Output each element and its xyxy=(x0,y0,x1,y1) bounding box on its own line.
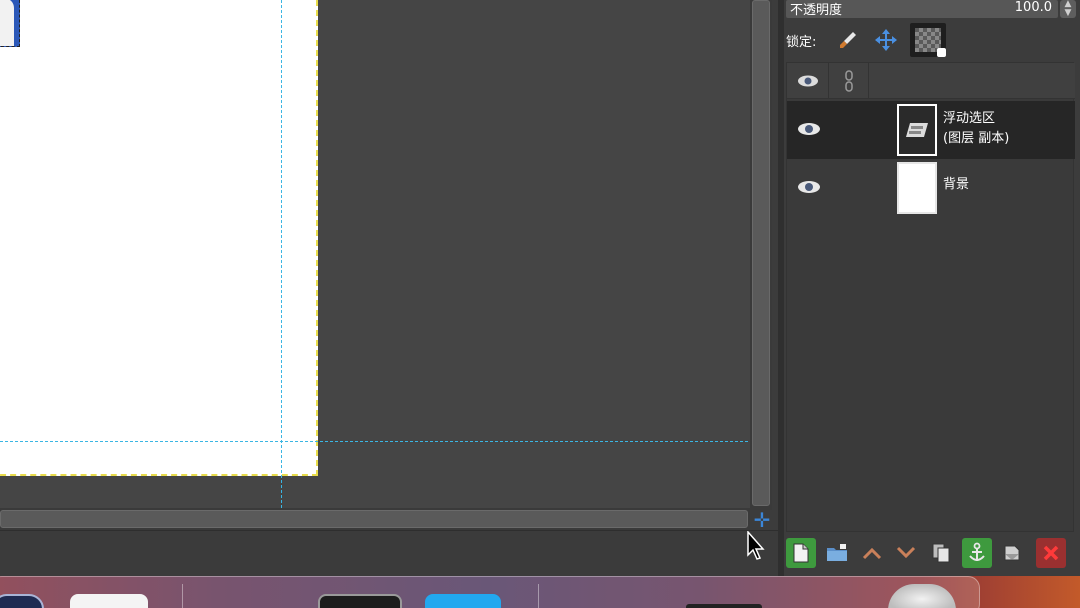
navigate-icon[interactable]: ✛ xyxy=(751,508,773,532)
dock-app-icon[interactable] xyxy=(425,594,501,608)
gimp-window: ✛ 不透明度 100.0 ▲ ▼ 锁定: 浮动选区 (图层 副本) 背景 xyxy=(0,0,1080,608)
terminal-icon[interactable] xyxy=(318,594,402,608)
vertical-guide[interactable] xyxy=(281,0,282,508)
photo-subject xyxy=(0,0,14,46)
layer-name[interactable]: 浮动选区 (图层 副本) xyxy=(943,109,1009,149)
layer-name[interactable]: 背景 xyxy=(943,175,969,195)
dock-app-icon[interactable] xyxy=(70,594,148,608)
layer-row[interactable]: 浮动选区 (图层 副本) xyxy=(787,101,1075,159)
status-bar xyxy=(0,530,778,576)
vertical-scrollbar[interactable] xyxy=(750,0,772,510)
layer-name-line: (图层 副本) xyxy=(943,131,1010,146)
horizontal-scrollbar[interactable] xyxy=(0,508,750,530)
opacity-value: 100.0 xyxy=(1014,0,1052,15)
lock-row: 锁定: xyxy=(784,22,1080,58)
opacity-label: 不透明度 xyxy=(790,3,843,18)
dock-app-icon[interactable] xyxy=(686,604,762,608)
alpha-checker xyxy=(915,28,946,57)
dock-app-icon[interactable] xyxy=(0,594,44,608)
eye-icon[interactable] xyxy=(787,63,829,99)
layer-thumbnail[interactable] xyxy=(897,162,937,214)
layer-toolbar xyxy=(784,534,1080,572)
lock-label: 锁定: xyxy=(786,35,817,50)
layer-list-header xyxy=(787,63,1075,99)
horizontal-scroll-thumb[interactable] xyxy=(0,510,748,528)
move-arrows-icon[interactable] xyxy=(872,26,900,54)
macos-dock xyxy=(0,576,1080,608)
opacity-row: 不透明度 100.0 ▲ ▼ xyxy=(784,0,1080,20)
merge-layer-icon[interactable] xyxy=(997,538,1027,568)
new-layer-icon[interactable] xyxy=(786,538,816,568)
raise-layer-icon[interactable] xyxy=(857,538,887,568)
paintbrush-icon[interactable] xyxy=(834,26,862,54)
chain-icon[interactable] xyxy=(829,63,869,99)
horizontal-guide[interactable] xyxy=(0,441,748,442)
lower-layer-icon[interactable] xyxy=(891,538,921,568)
mouse-cursor-icon xyxy=(746,530,766,561)
checker-lock-icon[interactable] xyxy=(910,23,946,57)
layer-name-line: 浮动选区 xyxy=(943,111,996,126)
opacity-spinner-icon[interactable]: ▲ ▼ xyxy=(1060,0,1076,18)
pasted-photo[interactable] xyxy=(0,0,20,47)
lock-badge-icon xyxy=(937,48,946,57)
floating-selection-icon[interactable] xyxy=(897,104,937,156)
new-layer-group-icon[interactable] xyxy=(822,538,852,568)
delete-layer-icon[interactable] xyxy=(1036,538,1066,568)
duplicate-layer-icon[interactable] xyxy=(926,538,956,568)
dock-separator xyxy=(182,584,183,608)
eye-icon[interactable] xyxy=(797,121,821,141)
vertical-scroll-thumb[interactable] xyxy=(752,0,770,506)
layer-row[interactable]: 背景 xyxy=(787,159,1075,217)
layers-panel: 不透明度 100.0 ▲ ▼ 锁定: 浮动选区 (图层 副本) 背景 xyxy=(784,0,1080,576)
anchor-layer-icon[interactable] xyxy=(962,538,992,568)
layer-list[interactable]: 浮动选区 (图层 副本) 背景 xyxy=(786,62,1075,532)
eye-icon[interactable] xyxy=(797,179,821,199)
opacity-slider[interactable]: 不透明度 100.0 xyxy=(786,0,1058,18)
dock-separator xyxy=(538,584,539,608)
image-page[interactable] xyxy=(0,0,318,476)
image-canvas[interactable] xyxy=(0,0,750,510)
